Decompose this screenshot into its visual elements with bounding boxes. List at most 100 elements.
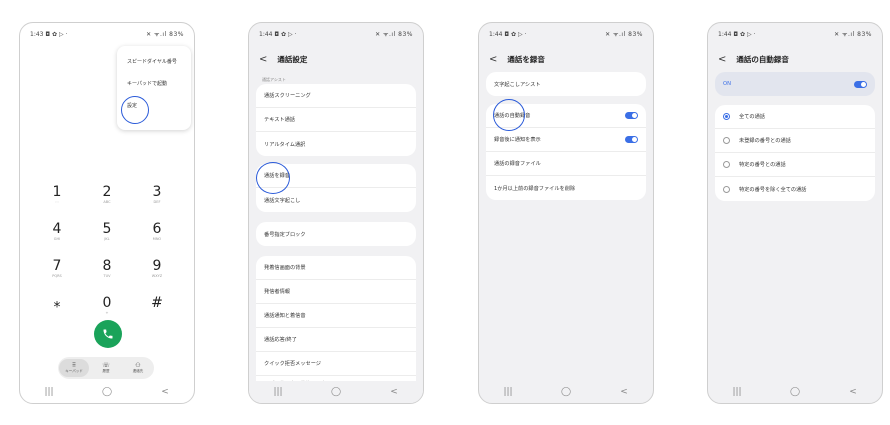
setting-transcript-assist[interactable]: 文字起こしアシスト xyxy=(486,72,646,96)
recent-apps-icon[interactable]: ||| xyxy=(269,387,287,397)
setting-text-call[interactable]: テキスト通話 xyxy=(256,108,416,132)
page-title: 通話の自動録音 xyxy=(736,54,789,64)
key-digit: 3 xyxy=(152,183,162,200)
key-digit: 8 xyxy=(102,257,112,274)
settings-group-transcript: 文字起こしアシスト xyxy=(486,72,646,96)
key-digit: 5 xyxy=(102,220,112,237)
key-1[interactable]: 1 ◦◦ xyxy=(32,178,82,211)
status-right: ✕ ᯤ.ıl 83% xyxy=(834,31,872,38)
back-icon[interactable]: < xyxy=(844,387,862,397)
recent-apps-icon[interactable]: ||| xyxy=(40,387,58,397)
menu-item-speed-dial[interactable]: スピードダイヤル番号 xyxy=(117,50,191,72)
key-3[interactable]: 3 DEF xyxy=(132,178,182,211)
page-title: 通話設定 xyxy=(277,54,308,64)
phone-record-calls-screen: 1:44 ◘ ✿ ▷ · ✕ ᯤ.ıl 83% < 通話を録音 文字起こしアシス… xyxy=(478,22,654,404)
tab-recents[interactable]: ☏ 履歴 xyxy=(91,359,121,377)
record-options-group: 全ての通話 未登録の番号との通話 特定の番号との通話 特定の番号を除く全ての通話 xyxy=(715,105,875,201)
key-hash[interactable]: # xyxy=(132,289,182,322)
key-digit: 9 xyxy=(152,257,162,274)
highlight-circle xyxy=(121,96,149,124)
option-except-specific[interactable]: 特定の番号を除く全ての通話 xyxy=(715,177,875,201)
setting-quick-decline[interactable]: クイック拒否メッセージ xyxy=(256,352,416,376)
status-right: ✕ ᯤ.ıl 83% xyxy=(605,31,643,38)
system-nav-bar: ||| ◯ < xyxy=(479,381,653,403)
radio-selected-icon[interactable] xyxy=(723,113,730,120)
status-time: 1:44 xyxy=(259,30,273,38)
auto-record-master-toggle[interactable] xyxy=(854,80,867,88)
key-2[interactable]: 2 ABC xyxy=(82,178,132,211)
master-switch-card[interactable]: ON xyxy=(715,72,875,96)
key-star[interactable]: ⁎ xyxy=(32,289,82,322)
tab-contacts[interactable]: ⚇ 連絡先 xyxy=(123,359,153,377)
home-icon[interactable]: ◯ xyxy=(98,387,116,397)
status-time: 1:44 xyxy=(489,30,503,38)
status-time: 1:44 xyxy=(718,30,732,38)
notify-toggle[interactable] xyxy=(625,136,638,143)
key-digit: # xyxy=(151,294,163,311)
option-specific-numbers[interactable]: 特定の番号との通話 xyxy=(715,153,875,177)
key-8[interactable]: 8 TUV xyxy=(82,252,132,285)
back-arrow-icon[interactable]: < xyxy=(489,54,497,65)
home-icon[interactable]: ◯ xyxy=(327,387,345,397)
highlight-circle xyxy=(493,99,525,131)
setting-notify-after-record[interactable]: 録音後に通知を表示 xyxy=(486,128,646,152)
key-0[interactable]: 0 + xyxy=(82,289,132,322)
option-all-calls[interactable]: 全ての通話 xyxy=(715,105,875,129)
tab-keypad[interactable]: ⠿ キーパッド xyxy=(59,359,89,377)
key-letters: ◦◦ xyxy=(54,199,60,204)
key-6[interactable]: 6 MNO xyxy=(132,215,182,248)
home-icon[interactable]: ◯ xyxy=(786,387,804,397)
system-nav-bar: ||| ◯ < xyxy=(708,381,882,403)
on-label: ON xyxy=(723,81,731,87)
bottom-tab-bar: ⠿ キーパッド ☏ 履歴 ⚇ 連絡先 xyxy=(58,357,154,379)
back-icon[interactable]: < xyxy=(615,387,633,397)
status-icons: ◘ ✿ ▷ · xyxy=(45,30,68,38)
menu-item-open-keypad[interactable]: キーパッドで起動 xyxy=(117,72,191,94)
settings-group-block: 番号指定ブロック xyxy=(256,222,416,246)
key-4[interactable]: 4 GHI xyxy=(32,215,82,248)
key-digit: 2 xyxy=(102,183,112,200)
recent-apps-icon[interactable]: ||| xyxy=(499,387,517,397)
key-letters: + xyxy=(105,310,109,315)
option-label: 特定の番号との通話 xyxy=(739,162,786,168)
radio-icon[interactable] xyxy=(723,137,730,144)
key-letters: GHI xyxy=(53,236,61,241)
auto-record-on-row[interactable]: ON xyxy=(715,72,875,96)
back-icon[interactable]: < xyxy=(156,387,174,397)
option-unknown-numbers[interactable]: 未登録の番号との通話 xyxy=(715,129,875,153)
keypad-icon: ⠿ xyxy=(71,362,77,369)
radio-icon[interactable] xyxy=(723,161,730,168)
back-arrow-icon[interactable]: < xyxy=(259,54,267,65)
system-nav-bar: ||| ◯ < xyxy=(20,381,194,403)
call-button[interactable] xyxy=(94,320,122,348)
setting-recording-files[interactable]: 通話の録音ファイル xyxy=(486,152,646,176)
key-5[interactable]: 5 JKL xyxy=(82,215,132,248)
key-9[interactable]: 9 WXYZ xyxy=(132,252,182,285)
setting-call-background[interactable]: 発着信画面の背景 xyxy=(256,256,416,280)
setting-label: 録音後に通知を表示 xyxy=(494,137,541,143)
setting-block-numbers[interactable]: 番号指定ブロック xyxy=(256,222,416,246)
key-letters: DEF xyxy=(153,199,161,204)
status-bar: 1:44 ◘ ✿ ▷ · ✕ ᯤ.ıl 83% xyxy=(489,29,643,39)
setting-caller-info[interactable]: 発信者情報 xyxy=(256,280,416,304)
radio-icon[interactable] xyxy=(723,185,730,193)
back-icon[interactable]: < xyxy=(385,387,403,397)
key-digit: 1 xyxy=(52,183,62,200)
key-7[interactable]: 7 PQRS xyxy=(32,252,82,285)
auto-record-toggle[interactable] xyxy=(625,112,638,119)
status-bar: 1:43 ◘ ✿ ▷ · ✕ ᯤ.ıl 83% xyxy=(30,29,184,39)
status-icons: ◘ ✿ ▷ · xyxy=(504,30,527,38)
home-icon[interactable]: ◯ xyxy=(557,387,575,397)
settings-group-general: 発着信画面の背景 発信者情報 通話通知と着信音 通話応答/終了 クイック拒否メッ… xyxy=(256,256,416,390)
option-label: 全ての通話 xyxy=(739,114,765,120)
recents-icon: ☏ xyxy=(102,362,110,369)
setting-call-screening[interactable]: 通話スクリーニング xyxy=(256,84,416,108)
setting-ringtone[interactable]: 通話通知と着信音 xyxy=(256,304,416,328)
setting-answer-end[interactable]: 通話応答/終了 xyxy=(256,328,416,352)
setting-live-translate[interactable]: リアルタイム通訳 xyxy=(256,132,416,156)
back-arrow-icon[interactable]: < xyxy=(718,54,726,65)
status-right: ✕ ᯤ.ıl 83% xyxy=(375,31,413,38)
setting-delete-old-recordings[interactable]: 1か月以上前の録音ファイルを削除 xyxy=(486,176,646,200)
key-letters: WXYZ xyxy=(151,273,163,278)
recent-apps-icon[interactable]: ||| xyxy=(728,387,746,397)
